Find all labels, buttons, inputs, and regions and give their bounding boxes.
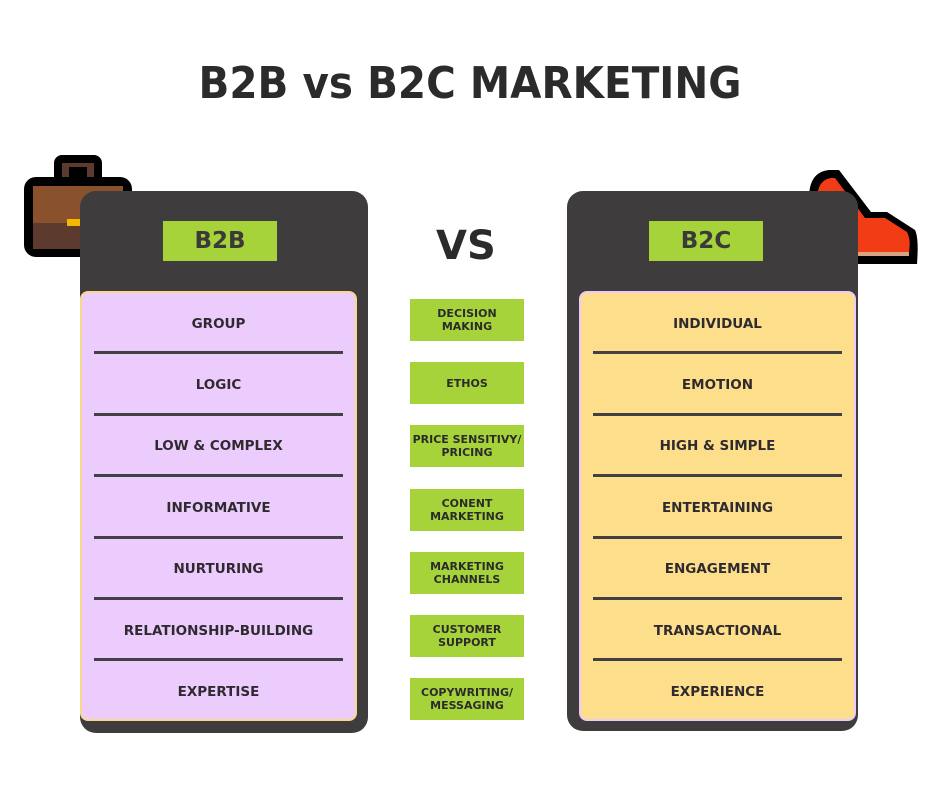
category-box: ETHOS	[410, 362, 524, 404]
category-line1: COPYWRITING/	[421, 686, 513, 699]
vs-label: VS	[436, 223, 496, 269]
list-item: INFORMATIVE	[82, 477, 355, 539]
b2b-item-text: GROUP	[191, 315, 246, 332]
list-item: ENGAGEMENT	[581, 539, 854, 600]
list-item: HIGH & SIMPLE	[581, 416, 854, 478]
category-box: COPYWRITING/MESSAGING	[410, 678, 524, 720]
b2c-item-text: EMOTION	[681, 377, 754, 394]
category-line2: PRICING	[441, 446, 493, 459]
category-box: CUSTOMER SUPPORT	[410, 615, 524, 657]
category-line1: MARKETING	[430, 560, 504, 573]
b2c-item-text: EXPERIENCE	[670, 684, 765, 701]
b2b-item-text: EXPERTISE	[177, 684, 260, 701]
category-line1: CONENT	[441, 497, 493, 510]
list-item: RELATIONSHIP-BUILDING	[82, 600, 355, 662]
b2c-panel: B2C INDIVIDUAL EMOTION HIGH & SIMPLE ENT…	[567, 191, 858, 731]
list-item: GROUP	[82, 293, 355, 355]
b2c-list: INDIVIDUAL EMOTION HIGH & SIMPLE ENTERTA…	[579, 291, 856, 721]
b2c-item-text: TRANSACTIONAL	[653, 622, 782, 639]
category-line1: DECISION	[437, 307, 497, 320]
list-item: TRANSACTIONAL	[581, 600, 854, 662]
b2c-item-text: INDIVIDUAL	[673, 315, 762, 332]
list-item: ENTERTAINING	[581, 477, 854, 539]
list-item: INDIVIDUAL	[581, 293, 854, 355]
b2b-item-text: NURTURING	[173, 561, 264, 578]
page-title: B2B vs B2C MARKETING	[198, 58, 742, 109]
category-box: MARKETING CHANNELS	[410, 552, 524, 594]
category-line2: CHANNELS	[433, 573, 501, 586]
list-item: EXPERTISE	[82, 661, 355, 722]
category-line2: MESSAGING	[430, 699, 504, 712]
category-line2: MAKING	[441, 320, 493, 333]
b2b-list: GROUP LOGIC LOW & COMPLEX INFORMATIVE NU…	[80, 291, 357, 721]
list-item: LOW & COMPLEX	[82, 416, 355, 478]
b2b-item-text: INFORMATIVE	[166, 499, 271, 516]
b2b-label: B2B	[163, 221, 277, 261]
list-item: LOGIC	[82, 354, 355, 416]
category-box: CONENT MARKETING	[410, 489, 524, 531]
b2b-item-text: RELATIONSHIP-BUILDING	[123, 622, 314, 639]
category-line1: ETHOS	[446, 376, 488, 390]
list-item: EMOTION	[581, 354, 854, 416]
list-item: NURTURING	[82, 539, 355, 600]
category-line1: CUSTOMER	[432, 623, 502, 636]
b2b-panel: B2B GROUP LOGIC LOW & COMPLEX INFORMATIV…	[80, 191, 368, 733]
list-item: EXPERIENCE	[581, 661, 854, 722]
category-line2: SUPPORT	[438, 636, 496, 649]
b2c-item-text: ENGAGEMENT	[664, 561, 771, 578]
b2c-item-text: HIGH & SIMPLE	[659, 438, 776, 455]
category-box: PRICE SENSITIVY/PRICING	[410, 425, 524, 467]
b2b-item-text: LOGIC	[195, 377, 242, 394]
category-box: DECISION MAKING	[410, 299, 524, 341]
b2c-item-text: ENTERTAINING	[661, 499, 774, 516]
b2b-item-text: LOW & COMPLEX	[154, 438, 283, 455]
category-line2: MARKETING	[430, 510, 504, 523]
category-line1: PRICE SENSITIVY/	[412, 433, 522, 446]
b2c-label: B2C	[649, 221, 763, 261]
